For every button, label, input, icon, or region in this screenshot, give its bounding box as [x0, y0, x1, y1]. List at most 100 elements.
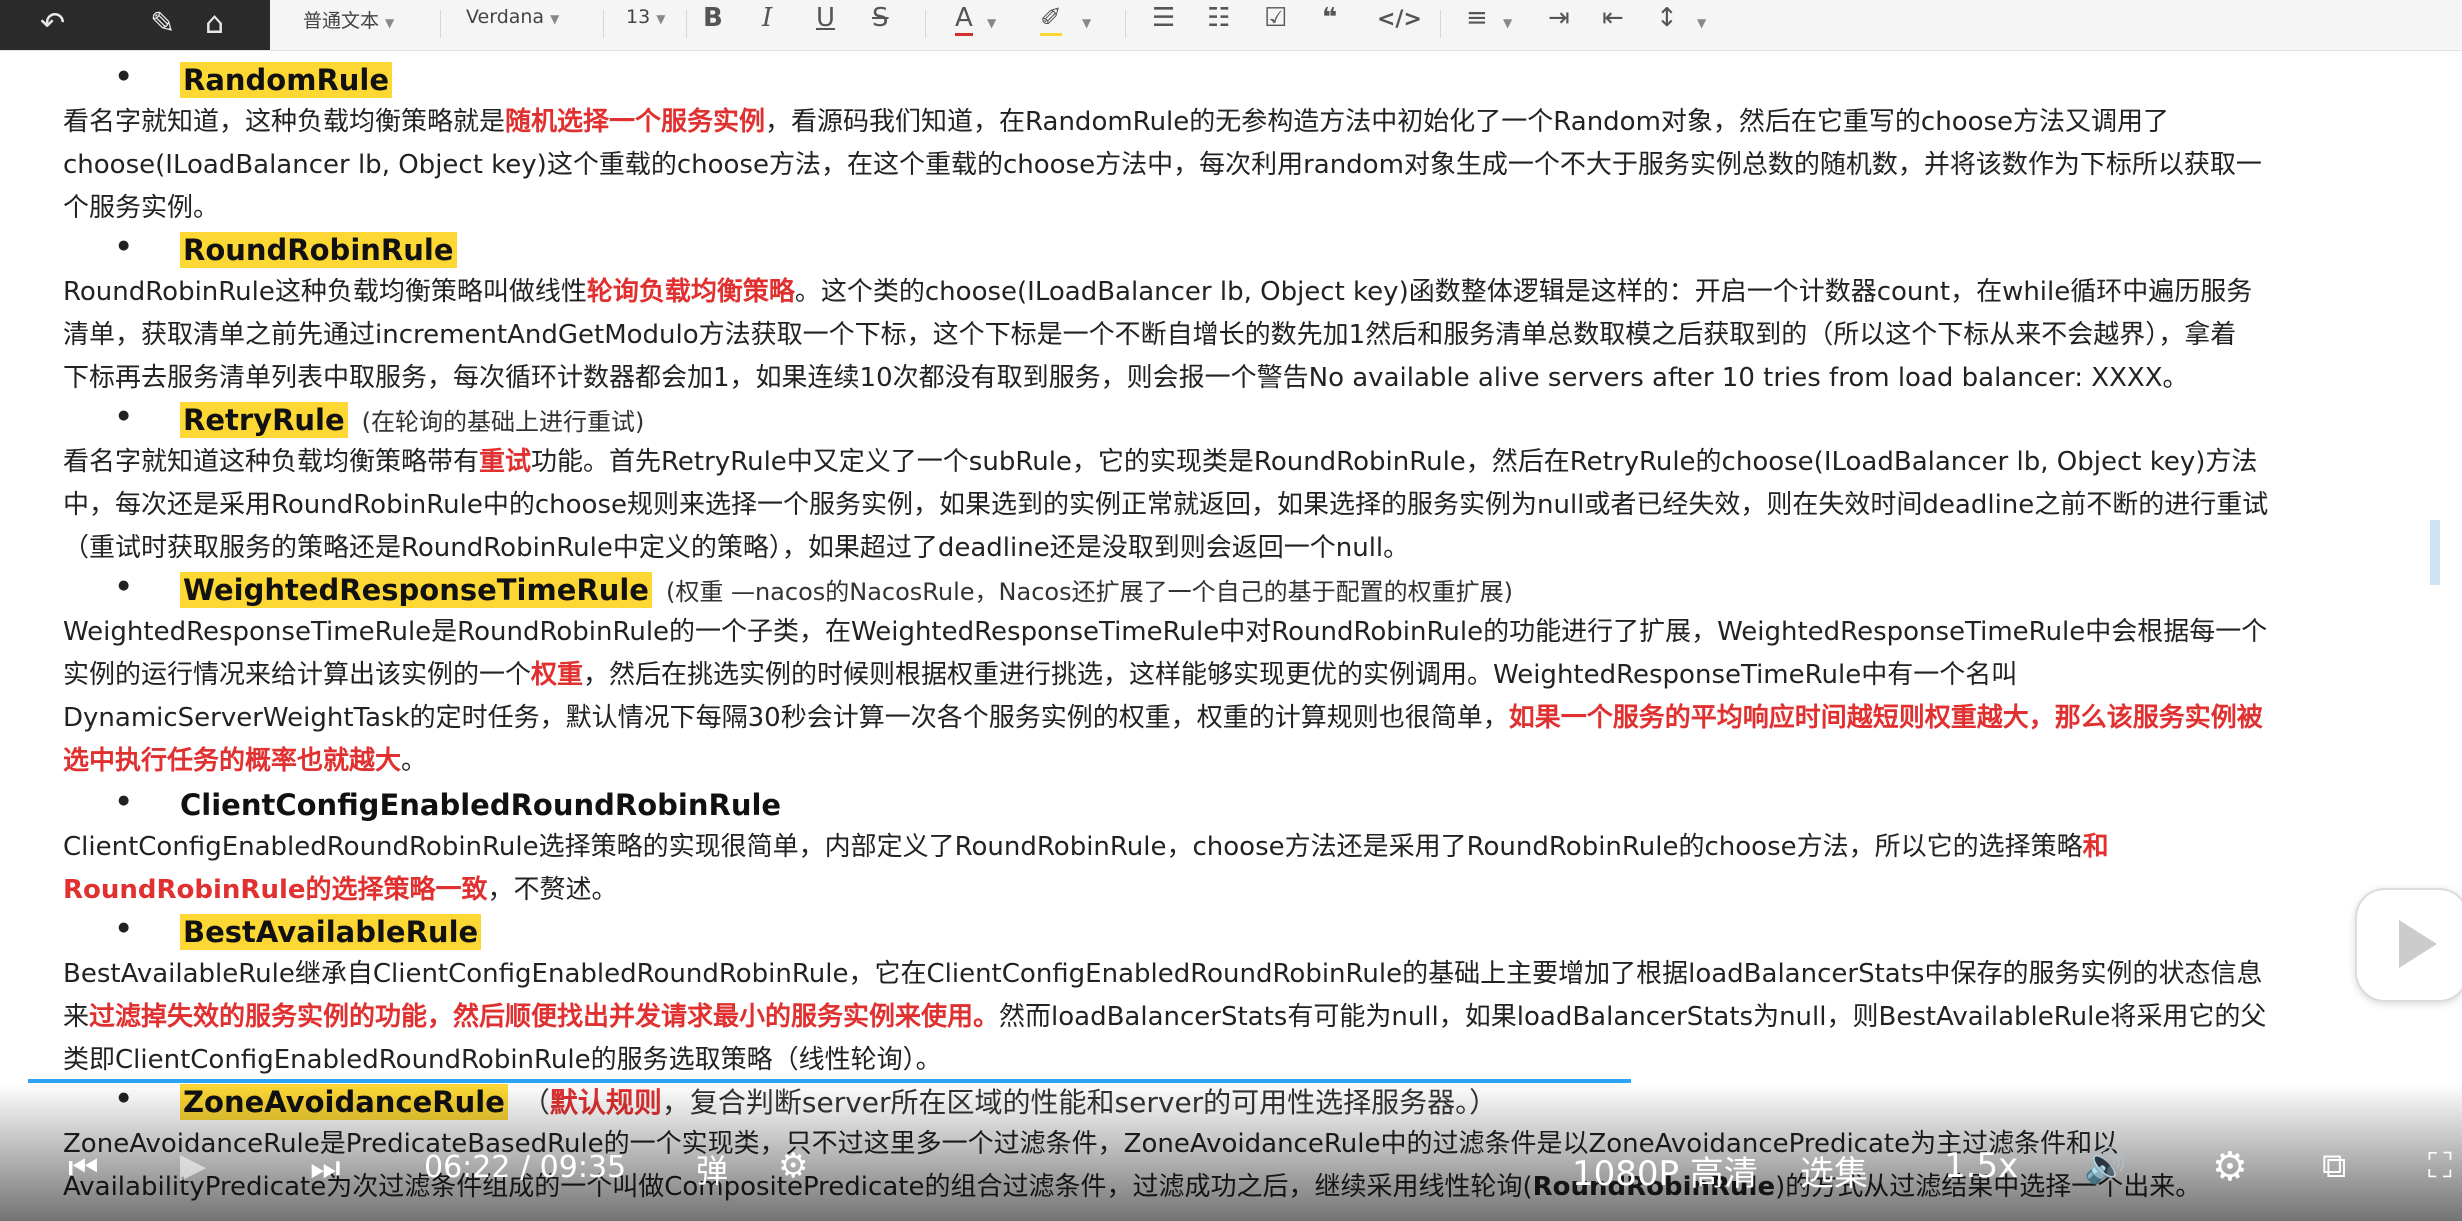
- paragraph-line: DynamicServerWeightTask的定时任务，默认情况下每隔30秒会…: [63, 697, 2263, 740]
- floating-play-button[interactable]: [2355, 888, 2462, 1002]
- quote-icon[interactable]: ❝: [1322, 3, 1337, 33]
- highlight-icon[interactable]: ✐: [1040, 3, 1062, 36]
- danmaku-toggle[interactable]: 弹: [696, 1146, 728, 1192]
- paragraph-line: 个服务实例。: [63, 187, 219, 230]
- underline-icon[interactable]: U: [816, 3, 835, 33]
- font-family-label: Verdana: [466, 6, 545, 28]
- rule-title: ClientConfigEnabledRoundRobinRule: [180, 788, 782, 822]
- line-height-icon[interactable]: ↕: [1656, 3, 1678, 33]
- settings-gear-icon[interactable]: ⚙: [2212, 1144, 2248, 1190]
- text-run: 看名字就知道，这种负载均衡策略就是: [63, 107, 506, 137]
- text-run: 下标再去服务清单列表中取服务，每次循环计数器都会加1，如果连续10次都没有取到服…: [63, 363, 2189, 393]
- scrollbar-thumb[interactable]: [2430, 520, 2440, 585]
- code-icon[interactable]: </>: [1377, 7, 1422, 32]
- text-run: （重试时获取服务的策略还是RoundRobinRule中定义的策略），如果超过了…: [63, 533, 1410, 563]
- toolbar-divider: [603, 10, 604, 38]
- rule-title: RandomRule: [180, 62, 393, 98]
- text-run: 看名字就知道这种负载均衡策略带有: [63, 447, 480, 477]
- back-icon[interactable]: ↶: [40, 6, 65, 41]
- chevron-down-icon[interactable]: ▼: [987, 16, 996, 30]
- list-item-heading: RetryRule (在轮询的基础上进行重试): [118, 399, 645, 444]
- text-run: 。这个类的choose(ILoadBalancer lb, Object key…: [794, 277, 2253, 307]
- text-run: choose(ILoadBalancer lb, Object key)这个重载…: [63, 150, 2262, 180]
- bold-icon[interactable]: B: [703, 3, 723, 33]
- format-painter-icon[interactable]: ⌂: [205, 6, 224, 41]
- font-family-select[interactable]: Verdana ▼: [466, 6, 559, 28]
- volume-icon[interactable]: 🔊: [2084, 1146, 2126, 1186]
- italic-icon[interactable]: I: [762, 3, 772, 33]
- toolbar-divider: [1440, 10, 1441, 38]
- eraser-icon[interactable]: ✎: [150, 6, 175, 41]
- outdent-icon[interactable]: ⇤: [1602, 3, 1624, 33]
- text-run: 功能。首先RetryRule中又定义了一个subRule，它的实现类是Round…: [531, 447, 2258, 477]
- fullscreen-icon[interactable]: ⛶: [2428, 1146, 2452, 1186]
- skip-back-icon[interactable]: ⏮: [68, 1148, 99, 1188]
- bullet-list-icon[interactable]: ☰: [1152, 3, 1175, 33]
- text-run: 实例的运行情况来给计算出该实例的一个: [63, 660, 532, 690]
- speed-label: 1.5x: [1944, 1146, 2019, 1186]
- paragraph-line: ClientConfigEnabledRoundRobinRule选择策略的实现…: [63, 826, 2109, 869]
- checklist-icon[interactable]: ☑: [1264, 3, 1287, 33]
- rule-title: RetryRule: [180, 402, 348, 438]
- play-icon: [2399, 920, 2437, 968]
- paragraph-line: 实例的运行情况来给计算出该实例的一个权重，然后在挑选实例的时候则根据权重进行挑选…: [63, 654, 2017, 697]
- paragraph-line: 看名字就知道这种负载均衡策略带有重试功能。首先RetryRule中又定义了一个s…: [63, 441, 2257, 484]
- paragraph-line: BestAvailableRule继承自ClientConfigEnabledR…: [63, 953, 2262, 996]
- rule-title: BestAvailableRule: [180, 914, 482, 950]
- chevron-down-icon[interactable]: ▼: [1503, 16, 1512, 30]
- font-size-select[interactable]: 13 ▼: [626, 6, 665, 28]
- duration: 09:35: [539, 1150, 627, 1185]
- emphasis-text: 随机选择一个服务实例: [505, 107, 766, 137]
- toolbar-divider: [1125, 10, 1126, 38]
- rule-title: WeightedResponseTimeRule: [180, 572, 652, 608]
- emphasis-text: 过滤掉失效的服务实例的功能，然后顺便找出并发请求最小的服务实例来使用。: [89, 1002, 1000, 1032]
- rule-title: RoundRobinRule: [180, 232, 457, 268]
- chevron-down-icon: ▼: [385, 16, 395, 30]
- picture-in-picture-icon[interactable]: ⧉: [2322, 1146, 2346, 1186]
- video-progress-bar[interactable]: [28, 1079, 2438, 1083]
- text-run: WeightedResponseTimeRule是RoundRobinRule的…: [63, 617, 2268, 647]
- paragraph-line: RoundRobinRule的选择策略一致，不赘述。: [63, 869, 618, 912]
- paragraph-style-label: 普通文本: [303, 10, 380, 32]
- chevron-down-icon[interactable]: ▼: [1082, 16, 1091, 30]
- quality-selector[interactable]: 1080P 高清: [1572, 1146, 1758, 1195]
- paragraph-line: （重试时获取服务的策略还是RoundRobinRule中定义的策略），如果超过了…: [63, 527, 1409, 570]
- font-size-label: 13: [626, 6, 651, 28]
- chevron-down-icon[interactable]: ▼: [1697, 16, 1706, 30]
- toolbar-divider: [440, 10, 441, 38]
- text-run: 清单，获取清单之前先通过incrementAndGetModulo方法获取一个下…: [63, 320, 2237, 350]
- next-episode-icon[interactable]: ⏭: [310, 1148, 341, 1188]
- text-run: ，看源码我们知道，在RandomRule的无参构造方法中初始化了一个Random…: [765, 107, 2170, 137]
- danmaku-settings-icon[interactable]: ⚙: [778, 1146, 808, 1186]
- emphasis-text: 轮询负载均衡策略: [586, 277, 795, 307]
- emphasis-text: 如果一个服务的平均响应时间越短则权重越大，那么该服务实例被: [1508, 703, 2263, 733]
- paragraph-line: 类即ClientConfigEnabledRoundRobinRule的服务选取…: [63, 1039, 942, 1082]
- text-run: 然而loadBalancerStats有可能为null，如果loadBalanc…: [999, 1002, 2267, 1032]
- indent-icon[interactable]: ⇥: [1548, 3, 1570, 33]
- document-body[interactable]: RandomRule看名字就知道，这种负载均衡策略就是随机选择一个服务实例，看源…: [0, 50, 2462, 1221]
- speed-selector[interactable]: 1.5x: [1944, 1146, 2018, 1186]
- emphasis-text: RoundRobinRule的选择策略一致: [63, 875, 488, 905]
- align-left-icon[interactable]: ≡: [1466, 3, 1488, 33]
- time-separator: /: [520, 1150, 531, 1185]
- text-run: BestAvailableRule继承自ClientConfigEnabledR…: [63, 959, 2263, 989]
- paragraph-line: choose(ILoadBalancer lb, Object key)这个重载…: [63, 144, 2262, 187]
- text-run: ，不赘述。: [487, 875, 618, 905]
- list-item-heading: BestAvailableRule: [118, 911, 482, 956]
- text-run: 类即ClientConfigEnabledRoundRobinRule的服务选取…: [63, 1045, 942, 1075]
- quality-label: 1080P 高清: [1572, 1154, 1758, 1194]
- toolbar-corner-panel: ↶ ✎ ⌂: [0, 0, 270, 50]
- play-icon[interactable]: ▶: [180, 1146, 206, 1186]
- numbered-list-icon[interactable]: ☷: [1207, 3, 1230, 33]
- text-run: ，然后在挑选实例的时候则根据权重进行挑选，这样能够实现更优的实例调用。Weigh…: [583, 660, 2018, 690]
- paragraph-line: 看名字就知道，这种负载均衡策略就是随机选择一个服务实例，看源码我们知道，在Ran…: [63, 101, 2169, 144]
- emphasis-text: 重试: [479, 447, 532, 477]
- paragraph-style-select[interactable]: 普通文本 ▼: [303, 6, 394, 33]
- strikethrough-icon[interactable]: S: [872, 3, 889, 33]
- text-run: 。: [401, 746, 428, 776]
- font-color-icon[interactable]: A: [955, 3, 973, 36]
- text-run: ClientConfigEnabledRoundRobinRule选择策略的实现…: [63, 832, 2083, 862]
- paragraph-line: RoundRobinRule这种负载均衡策略叫做线性轮询负载均衡策略。这个类的c…: [63, 271, 2252, 314]
- episodes-button[interactable]: 选集: [1800, 1146, 1868, 1195]
- rule-note: (在轮询的基础上进行重试): [361, 408, 645, 436]
